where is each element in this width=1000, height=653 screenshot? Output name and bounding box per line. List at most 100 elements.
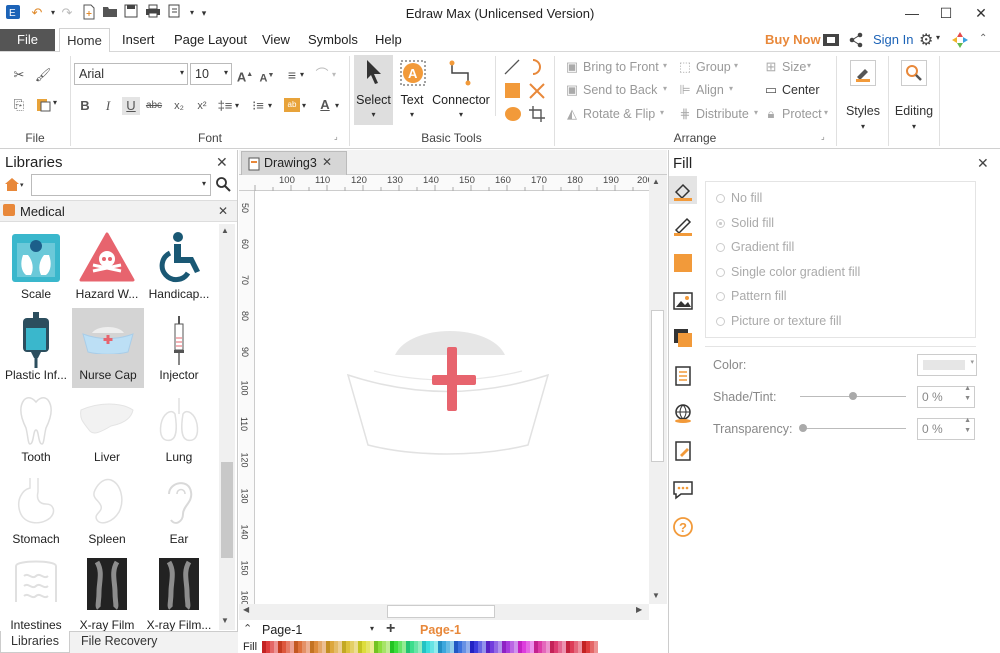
styles-button[interactable]: Styles ▾ [840,56,886,136]
settings-gear-icon[interactable]: ⚙ [919,30,933,50]
rectangle-tool-icon[interactable] [505,83,520,98]
shadow-icon[interactable] [672,252,694,274]
shade-spinner[interactable]: 0 % ▲ ▼ [917,385,975,408]
fill-option-no-fill[interactable]: No fill [716,191,762,205]
home-dropdown-icon[interactable]: ▾ [20,181,24,189]
scroll-down-icon[interactable]: ▼ [221,616,229,625]
library-item-intestines[interactable]: Intestines [0,554,72,632]
library-scrollbar[interactable] [219,224,235,630]
line-style-icon[interactable] [672,215,694,237]
library-item-x-ray-film[interactable]: X-ray Film [71,554,143,632]
transparency-slider-track[interactable] [800,428,906,429]
bold-icon[interactable]: B [76,97,94,115]
distribute-button[interactable]: ⋕ Distribute ▾ [676,105,762,123]
search-icon[interactable] [215,176,231,195]
library-item-liver[interactable]: Liver [71,390,143,470]
shrink-font-icon[interactable]: A▼ [258,67,276,85]
apps-icon[interactable] [951,31,969,52]
open-icon[interactable] [101,4,119,22]
new-icon[interactable] [80,4,98,22]
italic-icon[interactable]: I [99,97,117,115]
scroll-up-icon[interactable]: ▲ [221,226,229,235]
library-item-stomach[interactable]: Stomach [0,472,72,552]
tab-insert[interactable]: Insert [122,27,155,52]
strikethrough-icon[interactable]: abc [145,97,163,115]
hyperlink-globe-icon[interactable] [672,402,694,424]
center-button[interactable]: ▭ Center [762,81,824,99]
page-properties-icon[interactable] [672,365,694,387]
cart-icon[interactable] [822,32,840,51]
color-picker-button[interactable]: ▾ [917,354,977,376]
tab-file-recovery[interactable]: File Recovery [81,634,157,648]
library-search-input[interactable]: ▾ [31,174,211,196]
library-item-x-ray-film-2[interactable]: X-ray Film... [143,554,215,632]
font-color-icon[interactable]: A [316,96,334,114]
fill-option-single-color-gradient[interactable]: Single color gradient fill [716,265,860,279]
dropdown-icon[interactable]: ▾ [235,101,239,110]
library-item-nurse-cap[interactable]: Nurse Cap [72,308,144,388]
library-item-plastic-infusion[interactable]: Plastic Inf... [0,308,72,388]
customize-qa-icon[interactable]: ▾ [195,4,213,22]
image-icon[interactable] [672,290,694,312]
paste-dropdown-icon[interactable]: ▾ [53,98,57,107]
scroll-left-icon[interactable]: ◀ [243,605,249,614]
color-palette-strip[interactable] [262,641,600,653]
shade-slider-thumb[interactable] [849,392,857,400]
dropdown-icon[interactable]: ▾ [302,101,306,110]
select-tool-button[interactable]: Select ▾ [354,55,393,125]
library-item-injector[interactable]: Injector [143,308,215,388]
library-scroll-thumb[interactable] [221,462,233,558]
rotate-flip-button[interactable]: ◭ Rotate & Flip ▾ [563,105,671,123]
share-icon[interactable] [848,32,864,51]
library-item-scale[interactable]: Scale [0,227,72,307]
line-spacing-icon[interactable]: ‡≡ [216,97,234,115]
font-dialog-launcher-icon[interactable]: ⌟ [334,132,338,141]
fill-option-picture-texture[interactable]: Picture or texture fill [716,314,841,328]
underline-icon[interactable]: U [122,97,140,115]
ellipse-tool-icon[interactable] [505,107,521,121]
transparency-spinner[interactable]: 0 % ▲ ▼ [917,416,975,440]
editing-button[interactable]: Editing ▾ [891,56,937,136]
collapse-ribbon-icon[interactable]: ⌃ [979,33,987,44]
close-button[interactable]: ✕ [966,2,996,24]
tab-view[interactable]: View [262,27,290,52]
tab-libraries[interactable]: Libraries [0,631,70,653]
tab-help[interactable]: Help [375,27,402,52]
cut-icon[interactable]: ✂ [10,66,28,84]
dropdown-icon[interactable]: ▾ [332,70,336,79]
arc-tool-icon[interactable] [527,58,545,79]
note-edit-icon[interactable] [672,440,694,462]
comment-icon[interactable] [672,478,694,500]
canvas-vertical-thumb[interactable] [651,310,664,462]
minimize-button[interactable]: — [897,2,927,24]
send-to-back-button[interactable]: ▣ Send to Back ▾ [563,81,671,99]
dropdown-icon[interactable]: ▾ [335,101,339,110]
library-item-spleen[interactable]: Spleen [71,472,143,552]
color-swatch[interactable] [594,641,598,653]
align-dropdown-icon[interactable]: ▾ [300,70,304,79]
dropdown-icon[interactable]: ▾ [268,101,272,110]
copy-icon[interactable]: ⎘ [10,96,28,114]
subscript-icon[interactable]: x₂ [170,97,188,115]
connector-tool-button[interactable]: Connector ▾ [430,55,492,125]
library-item-tooth[interactable]: Tooth [0,390,72,470]
text-highlight-icon[interactable]: ab [284,98,300,112]
scroll-down-icon[interactable]: ▼ [652,591,660,600]
library-item-ear[interactable]: Ear [143,472,215,552]
page-tab[interactable]: Page-1 [420,623,461,637]
page-select[interactable]: Page-1 ▾ [262,623,378,639]
arrange-dialog-launcher-icon[interactable]: ⌟ [821,132,825,141]
library-item-hazard-warning[interactable]: Hazard W... [71,227,143,307]
close-section-icon[interactable]: ✕ [218,204,228,218]
nurse-cap-shape[interactable] [340,315,555,458]
maximize-button[interactable]: ☐ [931,2,961,24]
library-item-handicap[interactable]: Handicap... [143,227,215,307]
tab-symbols[interactable]: Symbols [308,27,358,52]
sign-in-link[interactable]: Sign In [873,27,913,52]
align-button[interactable]: ⊫ Align ▾ [676,81,746,99]
spinner-up-icon[interactable]: ▲ ▼ [964,416,971,436]
tab-page-layout[interactable]: Page Layout [174,27,247,52]
font-size-select[interactable]: 10 ▾ [190,63,232,85]
text-align-icon[interactable]: ≡ [283,66,301,84]
scroll-up-icon[interactable]: ▲ [652,177,660,186]
